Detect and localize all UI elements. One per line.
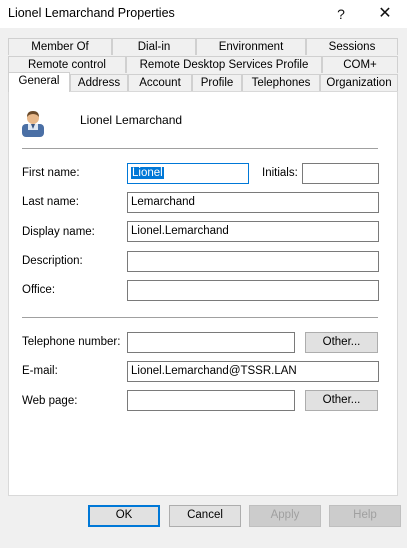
- separator: [22, 148, 378, 149]
- office-label: Office:: [22, 284, 56, 296]
- last-name-label: Last name:: [22, 196, 79, 208]
- first-name-value: Lionel: [131, 167, 164, 179]
- telephone-label: Telephone number:: [22, 336, 121, 348]
- tab-account[interactable]: Account: [128, 74, 192, 91]
- window-title: Lionel Lemarchand Properties: [8, 6, 175, 20]
- description-input[interactable]: [127, 251, 379, 272]
- tab-row-1: Member Of Dial-in Environment Sessions: [8, 38, 398, 56]
- first-name-input[interactable]: Lionel: [127, 163, 249, 184]
- telephone-other-button[interactable]: Other...: [305, 332, 378, 353]
- tab-dial-in[interactable]: Dial-in: [112, 38, 196, 55]
- apply-button[interactable]: Apply: [249, 505, 321, 527]
- office-input[interactable]: [127, 280, 379, 301]
- title-bar: Lionel Lemarchand Properties ? ✕: [0, 0, 407, 28]
- initials-input[interactable]: [302, 163, 379, 184]
- tab-address[interactable]: Address: [70, 74, 128, 91]
- user-icon: [22, 111, 44, 137]
- webpage-input[interactable]: [127, 390, 295, 411]
- tab-row-3: General Address Account Profile Telephon…: [8, 72, 398, 92]
- email-label: E-mail:: [22, 365, 58, 377]
- user-display-name: Lionel Lemarchand: [80, 113, 183, 127]
- help-button[interactable]: Help: [329, 505, 401, 527]
- webpage-label: Web page:: [22, 395, 78, 407]
- telephone-input[interactable]: [127, 332, 295, 353]
- first-name-label: First name:: [22, 167, 80, 179]
- separator: [22, 317, 378, 318]
- webpage-other-button[interactable]: Other...: [305, 390, 378, 411]
- tab-com-plus[interactable]: COM+: [322, 56, 398, 73]
- email-input[interactable]: Lionel.Lemarchand@TSSR.LAN: [127, 361, 379, 382]
- tab-member-of[interactable]: Member Of: [8, 38, 112, 55]
- close-icon[interactable]: ✕: [374, 4, 396, 24]
- last-name-input[interactable]: Lemarchand: [127, 192, 379, 213]
- display-name-input[interactable]: Lionel.Lemarchand: [127, 221, 379, 242]
- tab-organization[interactable]: Organization: [320, 74, 398, 91]
- display-name-label: Display name:: [22, 226, 95, 238]
- ok-button[interactable]: OK: [88, 505, 160, 527]
- initials-label: Initials:: [262, 167, 298, 179]
- description-label: Description:: [22, 255, 83, 267]
- tab-environment[interactable]: Environment: [196, 38, 306, 55]
- tab-remote-desktop-services-profile[interactable]: Remote Desktop Services Profile: [126, 56, 322, 73]
- tab-remote-control[interactable]: Remote control: [8, 56, 126, 73]
- cancel-button[interactable]: Cancel: [169, 505, 241, 527]
- tab-telephones[interactable]: Telephones: [242, 74, 320, 91]
- tab-general[interactable]: General: [8, 72, 70, 92]
- help-icon[interactable]: ?: [330, 4, 352, 24]
- tab-sessions[interactable]: Sessions: [306, 38, 398, 55]
- tab-profile[interactable]: Profile: [192, 74, 242, 91]
